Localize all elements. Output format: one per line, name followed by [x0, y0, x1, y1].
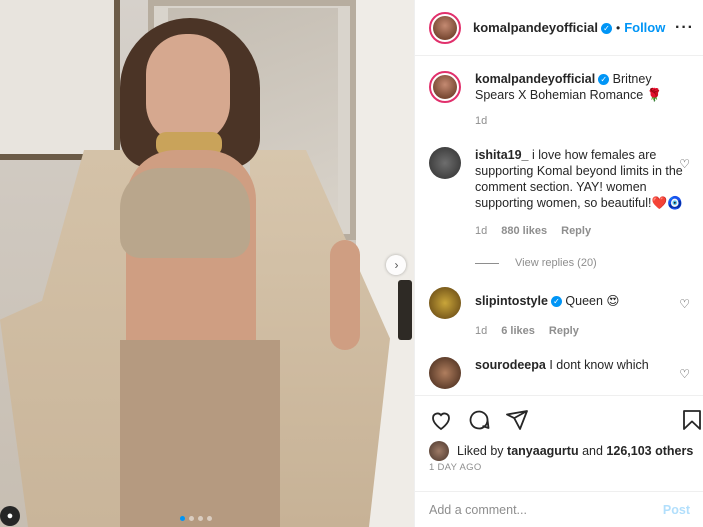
likes-summary: Liked by tanyaagurtu and 126,103 others — [429, 441, 693, 461]
comment-username[interactable]: slipintostyle — [475, 294, 548, 308]
comment-icon[interactable] — [467, 408, 491, 432]
comment-item: ishita19_ i love how females are support… — [429, 147, 690, 239]
photo-shawl-left — [0, 150, 140, 527]
carousel-dot-4 — [207, 516, 212, 521]
photo-door-handle — [398, 280, 412, 340]
photo-arm — [330, 240, 360, 350]
post-photo[interactable]: › ● — [0, 0, 414, 527]
liked-by-user[interactable]: tanyaagurtu — [507, 444, 579, 458]
comments-list[interactable]: komalpandeyofficial ✓ Britney Spears X Bo… — [415, 57, 703, 395]
heart-icon[interactable]: ♡ — [679, 157, 690, 171]
carousel-dot-3 — [198, 516, 203, 521]
post-header: komalpandeyofficial ✓ • Follow ··· — [415, 0, 703, 56]
liked-by-others[interactable]: 126,103 others — [606, 444, 693, 458]
liked-by-prefix: Liked by — [457, 444, 504, 458]
header-separator: • — [615, 20, 621, 35]
liked-by-and: and — [582, 444, 603, 458]
avatar[interactable] — [429, 441, 449, 461]
share-icon[interactable] — [505, 408, 529, 432]
comment-meta: 1d 880 likes Reply — [475, 223, 685, 239]
carousel-next-button[interactable]: › — [386, 255, 406, 275]
verified-icon: ✓ — [600, 23, 612, 35]
heart-icon[interactable] — [429, 408, 453, 432]
comment-username[interactable]: sourodeepa — [475, 358, 546, 372]
bookmark-icon[interactable] — [680, 408, 703, 432]
caption-meta: 1d — [475, 113, 685, 129]
comment-age: 1d — [475, 325, 488, 337]
comment-body: slipintostyle ✓ Queen 😍 1d 6 likes Reply — [475, 287, 685, 339]
verified-icon: ✓ — [550, 296, 562, 308]
heart-icon[interactable]: ♡ — [679, 297, 690, 311]
post-side-panel: komalpandeyofficial ✓ • Follow ··· komalp… — [414, 0, 703, 527]
avatar[interactable] — [429, 357, 461, 389]
comment-age: 1d — [475, 225, 488, 237]
comment-body: sourodeepa I dont know which — [475, 357, 685, 389]
heart-icon[interactable]: ♡ — [679, 367, 690, 381]
caption-age: 1d — [475, 115, 488, 127]
comment-username[interactable]: ishita19_ — [475, 148, 529, 162]
header-username[interactable]: komalpandeyofficial ✓ — [473, 20, 612, 35]
comment-item: slipintostyle ✓ Queen 😍 1d 6 likes Reply … — [429, 287, 690, 339]
more-icon[interactable]: ··· — [675, 19, 694, 37]
avatar[interactable] — [429, 147, 461, 179]
verified-icon: ✓ — [598, 74, 610, 86]
comment-likes[interactable]: 880 likes — [501, 223, 547, 239]
caption: komalpandeyofficial ✓ Britney Spears X Bo… — [429, 71, 690, 129]
carousel-dot-1 — [180, 516, 185, 521]
comment-text: I dont know which — [549, 358, 649, 372]
photo-top — [120, 168, 250, 258]
replies-divider — [475, 262, 499, 264]
action-icons — [429, 408, 529, 432]
avatar[interactable] — [429, 287, 461, 319]
caption-body: komalpandeyofficial ✓ Britney Spears X Bo… — [475, 71, 685, 129]
post-timestamp[interactable]: 1 DAY AGO — [429, 462, 482, 473]
view-replies-button[interactable]: View replies (20) — [475, 257, 690, 269]
comment-body: ishita19_ i love how females are support… — [475, 147, 685, 239]
user-tag-button[interactable]: ● — [0, 506, 20, 526]
comment-text: Queen 😍 — [565, 294, 620, 308]
view-replies-label: View replies (20) — [515, 257, 597, 269]
follow-button[interactable]: Follow — [624, 20, 665, 35]
comment-likes[interactable]: 6 likes — [501, 323, 535, 339]
photo-pants — [120, 340, 280, 527]
comment-item: sourodeepa I dont know which ♡ — [429, 357, 690, 389]
post-comment-button[interactable]: Post — [663, 503, 690, 517]
avatar[interactable] — [429, 11, 461, 44]
add-comment-bar: Post — [415, 491, 703, 527]
comment-meta: 1d 6 likes Reply — [475, 323, 685, 339]
reply-button[interactable]: Reply — [549, 323, 579, 339]
photo-bg-frame — [0, 0, 120, 160]
post-actions: Liked by tanyaagurtu and 126,103 others … — [415, 395, 703, 491]
photo-face — [146, 34, 230, 144]
chevron-right-icon: › — [394, 258, 399, 272]
carousel-dots — [180, 516, 212, 521]
user-tag-icon: ● — [6, 510, 14, 522]
caption-username[interactable]: komalpandeyofficial — [475, 72, 595, 86]
carousel-dot-2 — [189, 516, 194, 521]
reply-button[interactable]: Reply — [561, 223, 591, 239]
avatar[interactable] — [429, 71, 461, 103]
comment-input[interactable] — [429, 502, 663, 517]
